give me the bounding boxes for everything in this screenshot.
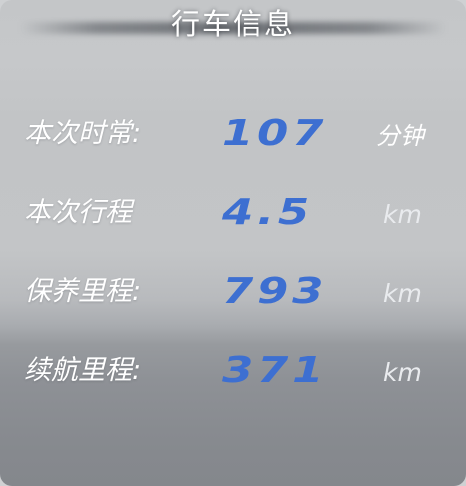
bottom-area (0, 410, 466, 486)
range-mileage-value: 371 (222, 350, 328, 391)
trip-info-panel: 行车信息 本次时常: 107 分钟 本次行程 4.5 km 保养里程: 793 … (0, 0, 466, 486)
range-mileage-unit: km (383, 358, 422, 387)
title-bar: 行车信息 (0, 0, 466, 50)
trip-duration-row: 本次时常: 107 分钟 (0, 104, 466, 164)
trip-distance-label: 本次行程 (24, 197, 132, 228)
trip-distance-unit: km (383, 200, 422, 229)
maintenance-mileage-value: 793 (222, 271, 328, 312)
trip-distance-value: 4.5 (222, 192, 313, 233)
trip-duration-value: 107 (222, 113, 328, 154)
trip-duration-unit: 分钟 (376, 122, 424, 150)
range-mileage-row: 续航里程: 371 km (0, 341, 466, 401)
trip-duration-label: 本次时常: (24, 118, 142, 149)
trip-distance-row: 本次行程 4.5 km (0, 183, 466, 243)
maintenance-mileage-row: 保养里程: 793 km (0, 262, 466, 322)
maintenance-mileage-label: 保养里程: (24, 276, 142, 307)
range-mileage-label: 续航里程: (24, 355, 142, 386)
page-title: 行车信息 (170, 7, 295, 41)
maintenance-mileage-unit: km (383, 279, 422, 308)
